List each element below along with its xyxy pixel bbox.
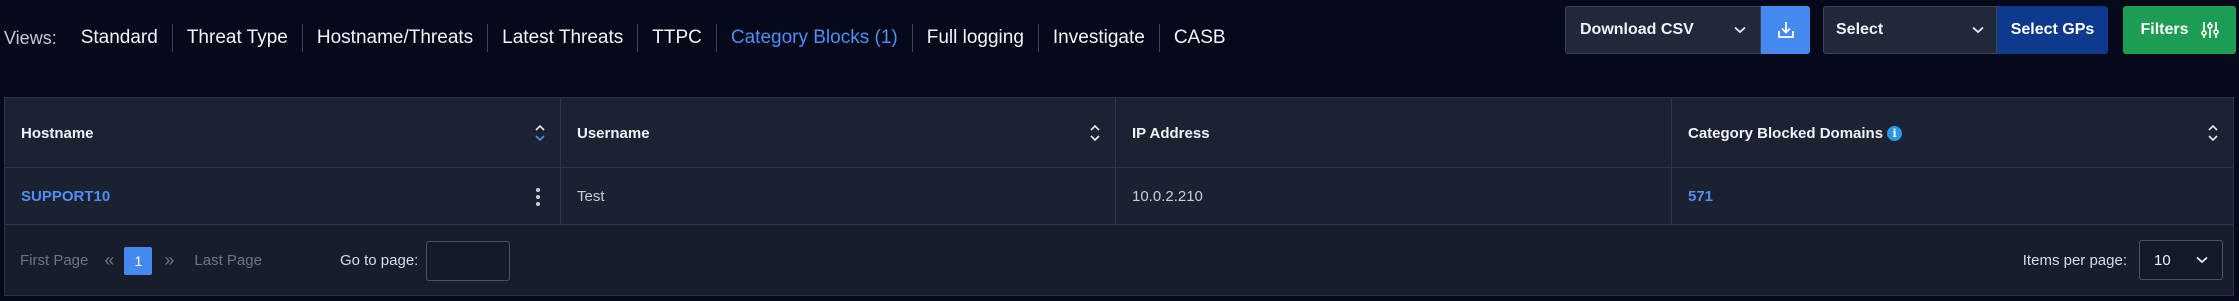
sliders-icon xyxy=(2200,22,2219,38)
cell-username: Test xyxy=(561,168,1116,225)
filters-label: Filters xyxy=(2140,21,2189,38)
page-number-current[interactable]: 1 xyxy=(124,246,153,275)
category-blocks-table: Hostname Username IP Address Category Bl… xyxy=(4,97,2234,296)
cell-category-blocked-domains: 571 xyxy=(1672,168,2233,225)
filters-button[interactable]: Filters xyxy=(2123,6,2236,54)
view-investigate[interactable]: Investigate xyxy=(1037,24,1159,52)
row-actions-menu-icon[interactable] xyxy=(536,187,540,206)
chevron-down-icon xyxy=(2196,256,2208,264)
last-page-link[interactable]: Last Page xyxy=(194,252,262,269)
column-header-category-blocked-domains[interactable]: Category Blocked Domains i xyxy=(1672,98,2233,168)
items-per-page: Items per page: 10 xyxy=(2023,240,2223,280)
cell-ip-address: 10.0.2.210 xyxy=(1116,168,1672,225)
table-row: SUPPORT10 Test 10.0.2.210 571 xyxy=(5,168,2233,225)
select-gps-button[interactable]: Select GPs xyxy=(1997,6,2108,54)
view-standard[interactable]: Standard xyxy=(67,24,172,52)
sort-icon[interactable] xyxy=(2207,122,2219,144)
column-header-ip-address: IP Address xyxy=(1116,98,1672,168)
column-header-hostname[interactable]: Hostname xyxy=(5,98,561,168)
hostname-link[interactable]: SUPPORT10 xyxy=(21,188,110,205)
username-value: Test xyxy=(577,188,605,205)
blocked-domains-link[interactable]: 571 xyxy=(1688,188,1713,205)
items-per-page-select[interactable]: 10 xyxy=(2139,240,2223,280)
items-per-page-label: Items per page: xyxy=(2022,251,2127,269)
chevron-down-icon xyxy=(1734,26,1746,34)
chevron-down-icon xyxy=(1972,26,1984,34)
first-page-link[interactable]: First Page xyxy=(20,252,88,269)
items-per-page-value: 10 xyxy=(2154,251,2171,269)
pagination: First Page « 1 » Last Page Go to page: I… xyxy=(5,225,2233,296)
view-latest-threats[interactable]: Latest Threats xyxy=(487,24,637,52)
sort-icon[interactable] xyxy=(1089,122,1101,144)
sort-icon[interactable] xyxy=(534,122,546,144)
cell-hostname: SUPPORT10 xyxy=(5,168,561,225)
column-label: Category Blocked Domains xyxy=(1688,124,1884,142)
view-hostname-threats[interactable]: Hostname/Threats xyxy=(301,24,487,52)
view-category-blocks[interactable]: Category Blocks (1) xyxy=(715,24,912,52)
column-header-username[interactable]: Username xyxy=(561,98,1116,168)
column-label: Username xyxy=(577,124,650,142)
view-ttpc[interactable]: TTPC xyxy=(637,24,716,52)
gp-select[interactable]: Select xyxy=(1823,6,1997,54)
go-to-page-label: Go to page: xyxy=(339,252,419,269)
download-button[interactable] xyxy=(1761,6,1810,54)
go-to-page-input[interactable] xyxy=(426,240,511,281)
view-casb[interactable]: CASB xyxy=(1158,24,1240,52)
chevrons-left-icon[interactable]: « xyxy=(104,250,114,271)
view-threat-type[interactable]: Threat Type xyxy=(171,24,302,52)
column-label: Hostname xyxy=(21,124,94,142)
views-nav: Views: Standard Threat Type Hostname/Thr… xyxy=(4,24,1240,52)
info-icon[interactable]: i xyxy=(1887,125,1903,141)
chevrons-right-icon[interactable]: » xyxy=(164,250,174,271)
table-header: Hostname Username IP Address Category Bl… xyxy=(5,98,2233,168)
gp-select-value: Select xyxy=(1836,21,1884,38)
download-csv-label: Download CSV xyxy=(1580,21,1694,38)
download-icon xyxy=(1777,22,1794,38)
download-format-select[interactable]: Download CSV xyxy=(1565,6,1761,54)
view-full-logging[interactable]: Full logging xyxy=(911,24,1038,52)
views-label: Views: xyxy=(4,27,57,48)
ip-address-value: 10.0.2.210 xyxy=(1132,188,1203,205)
column-label: IP Address xyxy=(1132,124,1210,142)
